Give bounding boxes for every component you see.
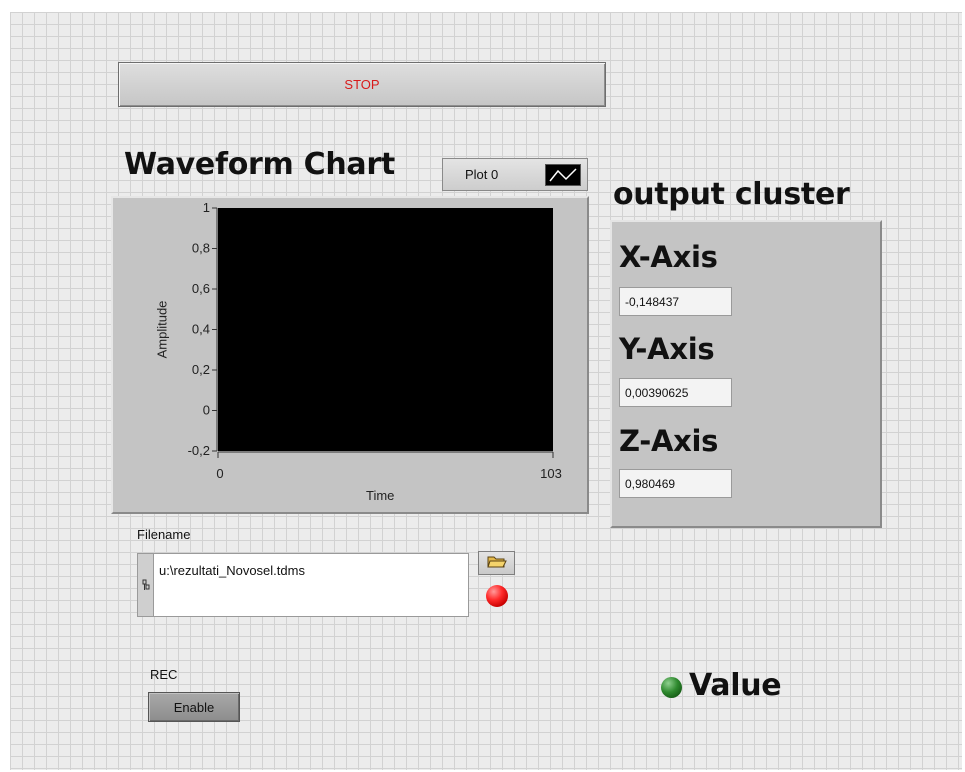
rec-label: REC <box>150 667 178 682</box>
x-axis-label: X-Axis <box>619 240 718 274</box>
value-led <box>661 677 682 698</box>
z-axis-value: 0,980469 <box>619 469 732 498</box>
browse-button[interactable] <box>478 551 515 575</box>
enable-button[interactable]: Enable <box>148 692 240 722</box>
value-label: Value <box>689 668 782 703</box>
status-led <box>486 585 508 607</box>
y-axis-value: 0,00390625 <box>619 378 732 407</box>
plot-legend[interactable]: Plot 0 <box>442 158 588 191</box>
y-axis-title: Amplitude <box>154 300 170 359</box>
plot-legend-name: Plot 0 <box>465 167 499 182</box>
x-axis-title: Time <box>366 488 395 503</box>
enable-button-label: Enable <box>173 699 215 715</box>
filename-path-text: u:\rezultati_Novosel.tdms <box>159 563 305 578</box>
y-axis-label: Y-Axis <box>619 332 715 366</box>
output-cluster-title: output cluster <box>613 177 850 212</box>
z-axis-label: Z-Axis <box>619 424 719 458</box>
x-axis-value: -0,148437 <box>619 287 732 316</box>
filename-label: Filename <box>137 527 191 542</box>
path-grip-icon[interactable] <box>138 554 154 616</box>
stop-button[interactable]: STOP <box>118 62 606 107</box>
waveform-chart-title: Waveform Chart <box>124 147 395 182</box>
waveform-plot-area[interactable] <box>218 208 553 451</box>
folder-open-icon <box>486 554 507 573</box>
plot-line-style-icon[interactable] <box>545 163 581 186</box>
stop-button-label: STOP <box>344 77 380 92</box>
